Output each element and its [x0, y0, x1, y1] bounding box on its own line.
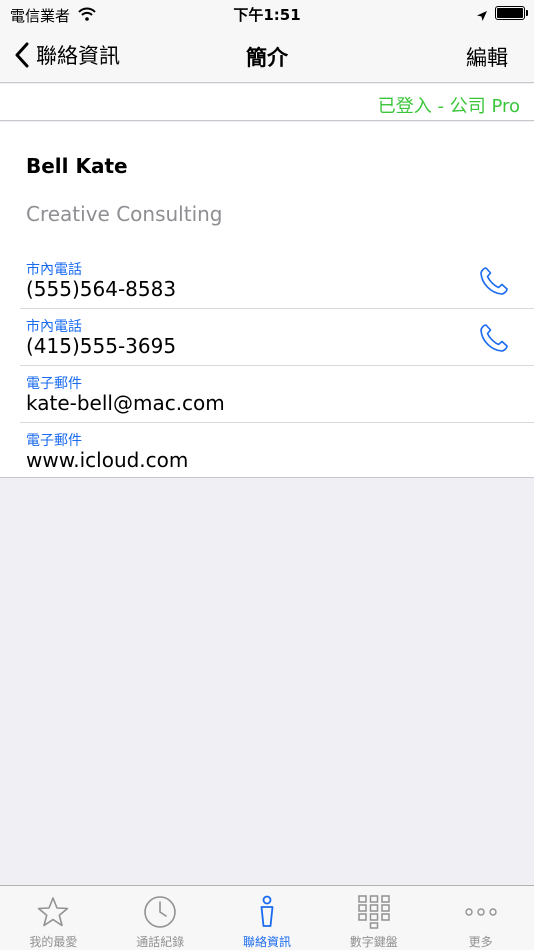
field-value[interactable]: (415)555-3695 — [26, 334, 176, 358]
field-label: 電子郵件 — [26, 433, 82, 449]
field-value[interactable]: (555)564-8583 — [26, 277, 176, 301]
tab-label: 我的最愛 — [29, 935, 78, 949]
tab-label: 數字鍵盤 — [349, 935, 398, 949]
tab-keypad[interactable]: 數字鍵盤 — [320, 886, 427, 950]
field-label: 電子郵件 — [26, 376, 82, 392]
tab-label: 通話紀錄 — [136, 935, 185, 949]
star-icon — [0, 895, 107, 929]
status-time: 下午1:51 — [233, 6, 301, 24]
login-status-label: 已登入 - 公司 Pro — [377, 96, 520, 117]
location-arrow-icon — [476, 7, 488, 26]
phone-field[interactable]: 市內電話 (555)564-8583 — [0, 252, 534, 309]
status-bar: 電信業者 下午1:51 — [0, 0, 534, 28]
tab-contacts[interactable]: 聯絡資訊 — [214, 886, 321, 950]
back-button-label: 聯絡資訊 — [36, 44, 120, 68]
tab-favorites[interactable]: 我的最愛 — [0, 886, 107, 950]
contact-name: Bell Kate — [26, 154, 128, 178]
field-value[interactable]: www.icloud.com — [26, 448, 188, 472]
battery-icon — [495, 6, 528, 20]
email-field[interactable]: 電子郵件 www.icloud.com — [0, 423, 534, 480]
phone-field[interactable]: 市內電話 (415)555-3695 — [0, 309, 534, 366]
more-icon — [427, 895, 534, 929]
phone-icon[interactable] — [474, 264, 514, 298]
edit-button[interactable]: 編輯 — [466, 42, 508, 72]
tab-more[interactable]: 更多 — [427, 886, 534, 950]
tab-label: 更多 — [468, 935, 493, 949]
back-button[interactable]: 聯絡資訊 — [14, 40, 120, 70]
email-field[interactable]: 電子郵件 kate-bell@mac.com — [0, 366, 534, 423]
keypad-icon — [320, 895, 427, 929]
tab-recents[interactable]: 通話紀錄 — [107, 886, 214, 950]
login-status-bar: 已登入 - 公司 Pro — [0, 84, 534, 121]
tab-bar: 我的最愛 通話紀錄 聯絡資訊 數字鍵盤 更多 — [0, 885, 534, 950]
contact-company: Creative Consulting — [26, 202, 223, 226]
phone-icon[interactable] — [474, 321, 514, 355]
field-label: 市內電話 — [26, 262, 82, 278]
contact-detail-card: Bell Kate Creative Consulting 市內電話 (555)… — [0, 122, 534, 478]
chevron-left-icon — [15, 42, 29, 68]
tab-label: 聯絡資訊 — [242, 935, 291, 949]
navigation-bar: 聯絡資訊 簡介 編輯 — [0, 28, 534, 83]
field-value[interactable]: kate-bell@mac.com — [26, 391, 225, 415]
clock-icon — [107, 895, 214, 929]
person-icon — [214, 895, 321, 929]
field-label: 市內電話 — [26, 319, 82, 335]
